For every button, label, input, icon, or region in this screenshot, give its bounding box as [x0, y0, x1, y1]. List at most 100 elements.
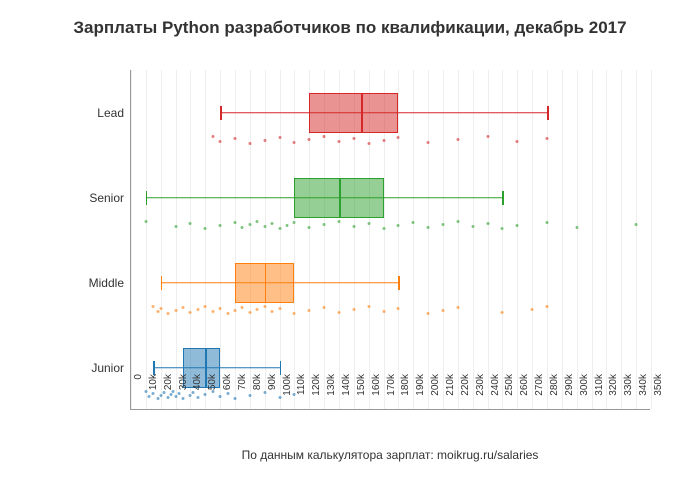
x-tick-label: 140k: [341, 374, 352, 414]
data-point: [219, 224, 222, 227]
data-point: [397, 136, 400, 139]
x-tick-label: 40k: [192, 374, 203, 414]
x-tick-label: 220k: [460, 374, 471, 414]
data-point: [456, 138, 459, 141]
data-point: [323, 223, 326, 226]
median-line: [265, 263, 267, 303]
x-axis-caption: По данным калькулятора зарплат: moikrug.…: [130, 448, 650, 462]
data-point: [412, 221, 415, 224]
data-point: [635, 223, 638, 226]
data-point: [144, 220, 147, 223]
data-point: [427, 312, 430, 315]
data-point: [189, 222, 192, 225]
data-point: [323, 306, 326, 309]
x-tick-label: 260k: [519, 374, 530, 414]
data-point: [286, 224, 289, 227]
data-point: [308, 138, 311, 141]
data-point: [456, 220, 459, 223]
whisker-cap: [153, 361, 155, 375]
data-point: [248, 223, 251, 226]
x-tick-label: 210k: [445, 374, 456, 414]
x-tick-label: 250k: [504, 374, 515, 414]
data-point: [501, 227, 504, 230]
data-point: [382, 139, 385, 142]
data-point: [248, 142, 251, 145]
x-tick-label: 270k: [534, 374, 545, 414]
data-point: [278, 136, 281, 139]
plot-area: [130, 70, 650, 410]
data-point: [397, 224, 400, 227]
x-tick-label: 340k: [638, 374, 649, 414]
whisker-cap: [547, 106, 549, 120]
x-tick-label: 300k: [579, 374, 590, 414]
x-tick-label: 290k: [564, 374, 575, 414]
data-point: [219, 140, 222, 143]
x-tick-label: 120k: [311, 374, 322, 414]
points-strip: [131, 305, 650, 315]
x-tick-label: 80k: [252, 374, 263, 414]
data-point: [531, 308, 534, 311]
data-point: [293, 221, 296, 224]
data-point: [159, 307, 162, 310]
data-point: [575, 226, 578, 229]
data-point: [256, 220, 259, 223]
data-point: [263, 305, 266, 308]
whisker-cap: [220, 106, 222, 120]
x-tick-label: 70k: [237, 374, 248, 414]
x-tick-label: 190k: [415, 374, 426, 414]
data-point: [308, 226, 311, 229]
data-point: [174, 395, 177, 398]
median-line: [361, 93, 363, 133]
data-point: [278, 227, 281, 230]
data-point: [152, 305, 155, 308]
data-point: [486, 222, 489, 225]
x-tick-label: 310k: [594, 374, 605, 414]
data-point: [501, 311, 504, 314]
data-point: [546, 221, 549, 224]
data-point: [352, 225, 355, 228]
x-tick-label: 170k: [386, 374, 397, 414]
x-tick-label: 230k: [475, 374, 486, 414]
x-tick-label: 30k: [178, 374, 189, 414]
data-point: [442, 223, 445, 226]
y-category-label: Middle: [89, 276, 124, 290]
data-point: [156, 310, 159, 313]
data-point: [427, 141, 430, 144]
data-point: [546, 137, 549, 140]
data-point: [144, 390, 147, 393]
x-tick-label: 200k: [430, 374, 441, 414]
whisker-cap: [146, 191, 148, 205]
x-tick-label: 240k: [490, 374, 501, 414]
data-point: [204, 227, 207, 230]
x-tick-label: 330k: [623, 374, 634, 414]
data-point: [211, 135, 214, 138]
data-point: [516, 140, 519, 143]
x-tick-label: 160k: [371, 374, 382, 414]
y-category-label: Lead: [97, 106, 124, 120]
y-category-label: Junior: [91, 361, 124, 375]
chart-title: Зарплаты Python разработчиков по квалифи…: [0, 0, 700, 38]
x-tick-label: 60k: [222, 374, 233, 414]
data-point: [367, 142, 370, 145]
data-point: [278, 396, 281, 399]
data-point: [204, 305, 207, 308]
x-tick-label: 110k: [296, 374, 307, 414]
data-point: [367, 305, 370, 308]
data-point: [397, 307, 400, 310]
data-point: [234, 137, 237, 140]
data-point: [248, 311, 251, 314]
x-tick-label: 50k: [207, 374, 218, 414]
data-point: [271, 222, 274, 225]
x-tick-label: 0: [133, 374, 144, 414]
data-point: [338, 311, 341, 314]
x-tick-label: 180k: [400, 374, 411, 414]
x-tick-label: 10k: [148, 374, 159, 414]
data-point: [442, 309, 445, 312]
data-point: [234, 309, 237, 312]
data-point: [226, 312, 229, 315]
data-point: [516, 224, 519, 227]
data-point: [338, 140, 341, 143]
data-point: [167, 312, 170, 315]
data-point: [352, 308, 355, 311]
median-line: [339, 178, 341, 218]
